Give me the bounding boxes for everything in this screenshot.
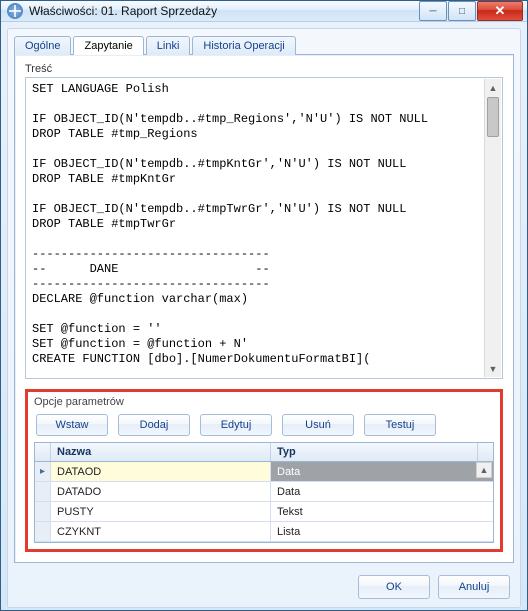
grid-cell-name[interactable]: CZYKNT: [51, 522, 271, 541]
grid-row[interactable]: DATADO Data: [35, 482, 493, 502]
grid-body: ▸ DATAOD Data DATADO Data PUSTY Te: [35, 462, 493, 542]
grid-header: Nazwa Typ: [35, 443, 493, 462]
maximize-button[interactable]: □: [448, 1, 476, 21]
parameters-toolbar: Wstaw Dodaj Edytuj Usuń Testuj: [34, 412, 494, 442]
grid-header-selector: [35, 443, 51, 461]
insert-button[interactable]: Wstaw: [36, 414, 108, 436]
scroll-thumb[interactable]: [487, 97, 499, 137]
grid-header-name[interactable]: Nazwa: [51, 443, 271, 461]
tab-query[interactable]: Zapytanie: [73, 36, 143, 55]
grid-cell-name[interactable]: DATADO: [51, 482, 271, 501]
window-app-icon: [7, 3, 23, 19]
grid-row-indicator-icon: [35, 522, 51, 541]
grid-cell-type[interactable]: Lista: [271, 522, 493, 541]
grid-row-indicator-icon: [35, 482, 51, 501]
grid-cell-name[interactable]: DATAOD: [51, 462, 271, 481]
edit-button[interactable]: Edytuj: [200, 414, 272, 436]
properties-window: Właściwości: 01. Raport Sprzedaży ─ □ ✕ …: [0, 0, 528, 611]
sql-editor-content[interactable]: SET LANGUAGE Polish IF OBJECT_ID(N'tempd…: [26, 78, 502, 371]
cancel-button[interactable]: Anuluj: [438, 575, 510, 599]
parameters-title: Opcje parametrów: [34, 396, 494, 408]
close-button[interactable]: ✕: [477, 1, 523, 21]
minimize-button[interactable]: ─: [419, 1, 447, 21]
sql-editor[interactable]: SET LANGUAGE Polish IF OBJECT_ID(N'tempd…: [25, 77, 503, 379]
ok-button[interactable]: OK: [358, 575, 430, 599]
grid-cell-type[interactable]: Data: [271, 462, 493, 481]
scroll-down-icon[interactable]: ▼: [485, 360, 501, 377]
grid-header-scroll-spacer: [477, 443, 493, 461]
tab-body-query: Treść SET LANGUAGE Polish IF OBJECT_ID(N…: [14, 54, 514, 563]
window-title: Właściwości: 01. Raport Sprzedaży: [29, 4, 419, 18]
tab-general[interactable]: Ogólne: [14, 36, 71, 55]
grid-row[interactable]: ▸ DATAOD Data: [35, 462, 493, 482]
grid-header-type[interactable]: Typ: [271, 443, 477, 461]
grid-cell-type[interactable]: Data: [271, 482, 493, 501]
grid-row-indicator-icon: [35, 502, 51, 521]
grid-row[interactable]: CZYKNT Lista: [35, 522, 493, 542]
editor-vertical-scrollbar[interactable]: ▲ ▼: [484, 79, 501, 377]
tab-strip: Ogólne Zapytanie Linki Historia Operacji: [8, 29, 520, 54]
grid-row[interactable]: PUSTY Tekst: [35, 502, 493, 522]
test-button[interactable]: Testuj: [364, 414, 436, 436]
tab-links[interactable]: Linki: [146, 36, 191, 55]
titlebar: Właściwości: 01. Raport Sprzedaży ─ □ ✕: [1, 1, 527, 22]
parameters-grid[interactable]: Nazwa Typ ▸ DATAOD Data DATADO: [34, 442, 494, 543]
grid-cell-type[interactable]: Tekst: [271, 502, 493, 521]
scroll-up-icon[interactable]: ▲: [485, 79, 501, 96]
editor-label: Treść: [25, 63, 503, 75]
dialog-footer: OK Anuluj: [8, 569, 520, 607]
grid-cell-name[interactable]: PUSTY: [51, 502, 271, 521]
client-area: Ogólne Zapytanie Linki Historia Operacji…: [7, 28, 521, 608]
window-buttons: ─ □ ✕: [419, 1, 523, 21]
delete-button[interactable]: Usuń: [282, 414, 354, 436]
grid-row-indicator-icon: ▸: [35, 462, 51, 481]
grid-scroll-up-icon[interactable]: ▲: [476, 462, 492, 478]
parameters-section: Opcje parametrów Wstaw Dodaj Edytuj Usuń…: [25, 389, 503, 552]
add-button[interactable]: Dodaj: [118, 414, 190, 436]
tab-history[interactable]: Historia Operacji: [192, 36, 295, 55]
